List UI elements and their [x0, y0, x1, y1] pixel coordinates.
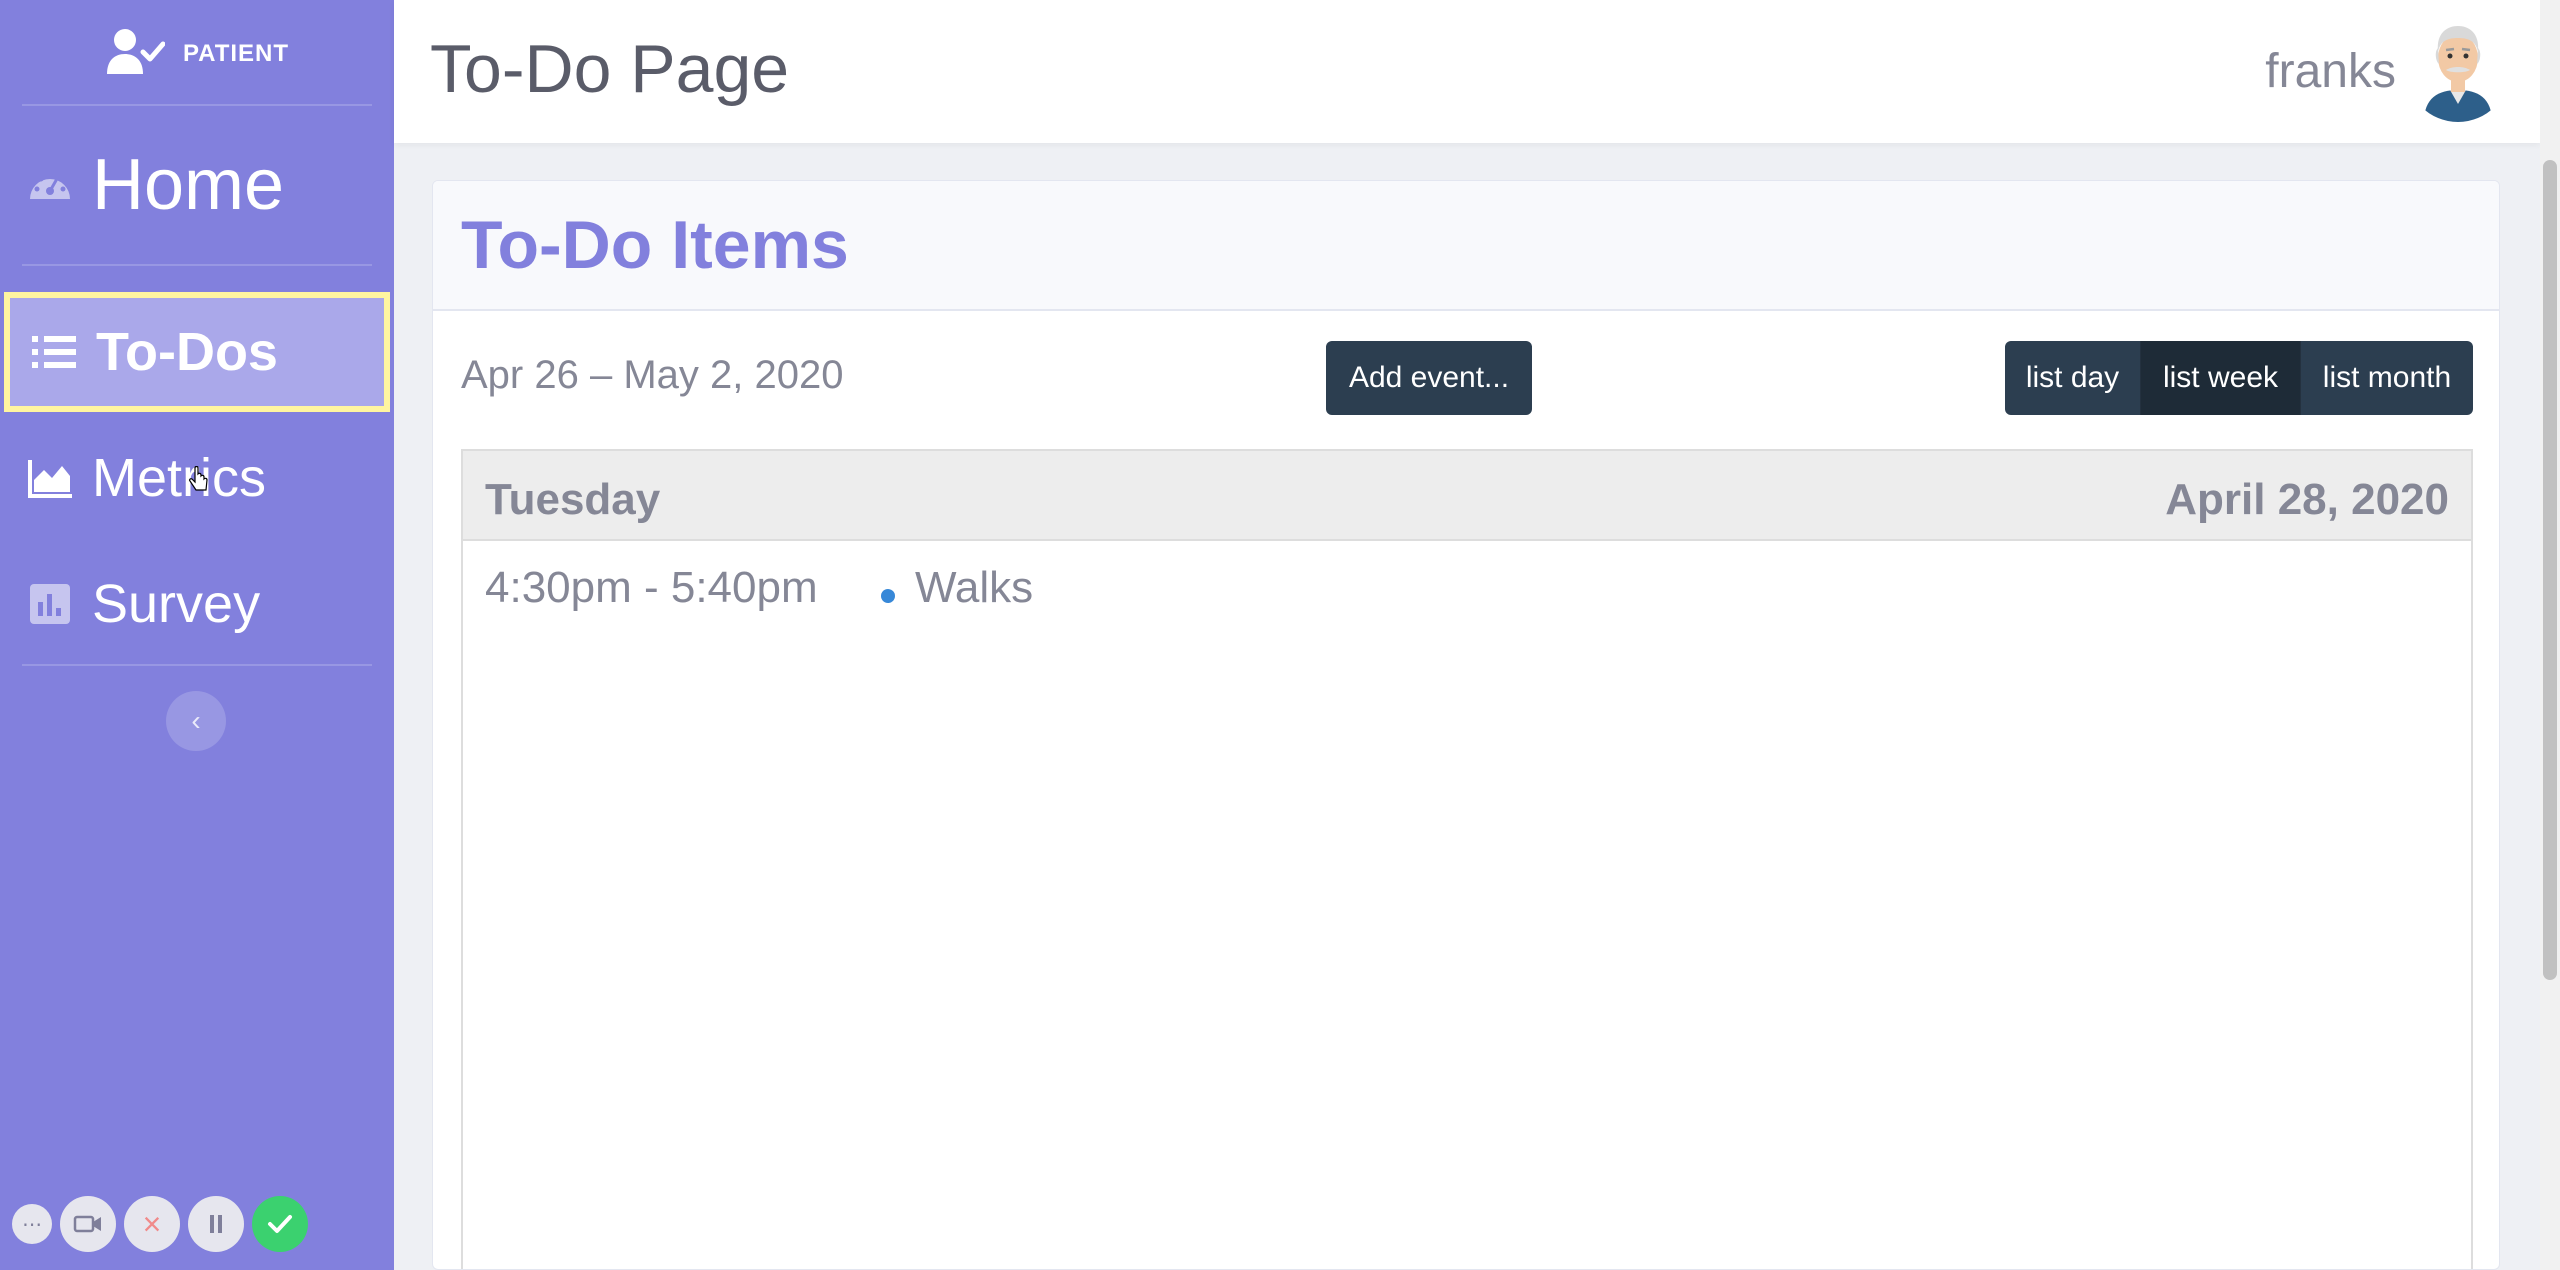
event-row[interactable]: 4:30pm - 5:40pm Walks — [463, 541, 2471, 633]
list-week-button[interactable]: list week — [2141, 341, 2301, 415]
list-month-button[interactable]: list month — [2301, 341, 2473, 415]
event-dot-icon — [881, 589, 895, 603]
view-switcher: list day list week list month — [2005, 341, 2473, 415]
sidebar-item-todos[interactable]: To-Dos — [4, 292, 390, 412]
poll-icon — [24, 578, 76, 630]
sidebar-divider — [22, 664, 372, 666]
event-time: 4:30pm - 5:40pm — [485, 563, 818, 612]
page-scrollbar-thumb[interactable] — [2543, 160, 2557, 980]
camera-icon[interactable] — [60, 1196, 116, 1252]
recorder-controls: ⋯ × — [12, 1196, 308, 1252]
tachometer-icon — [24, 159, 76, 211]
event-title[interactable]: Walks — [915, 563, 1033, 613]
area-chart-icon — [24, 452, 76, 504]
old-man-avatar-icon — [2424, 26, 2492, 122]
list-icon — [28, 326, 80, 378]
list-day-button[interactable]: list day — [2005, 341, 2141, 415]
top-header: To-Do Page franks — [394, 0, 2540, 143]
sidebar-brand[interactable]: PATIENT — [0, 0, 394, 104]
sidebar-divider — [22, 264, 372, 266]
user-check-icon — [105, 26, 165, 78]
avatar[interactable] — [2406, 18, 2510, 122]
stop-icon[interactable]: × — [124, 1196, 180, 1252]
todo-card: To-Do Items Apr 26 – May 2, 2020 Add eve… — [432, 180, 2500, 1270]
add-event-button[interactable]: Add event... — [1326, 341, 1532, 415]
check-icon[interactable] — [252, 1196, 308, 1252]
chevron-left-icon: ‹ — [191, 705, 201, 736]
card-header: To-Do Items — [433, 181, 2499, 311]
day-date[interactable]: April 28, 2020 — [2165, 475, 2449, 525]
date-range: Apr 26 – May 2, 2020 — [461, 353, 844, 397]
sidebar-toggle-button[interactable]: ‹ — [166, 691, 226, 751]
brand-label: PATIENT — [182, 40, 290, 67]
day-name[interactable]: Tuesday — [485, 475, 660, 525]
card-title: To-Do Items — [461, 207, 849, 283]
sidebar-item-label: Survey — [92, 574, 261, 634]
sidebar-item-label: Home — [92, 145, 285, 225]
hand-cursor-icon — [189, 466, 208, 491]
sidebar-item-home[interactable]: Home — [0, 106, 394, 264]
day-header: Tuesday April 28, 2020 — [463, 451, 2471, 541]
pause-icon[interactable] — [188, 1196, 244, 1252]
sidebar: PATIENT Home To-Dos Metrics Survey ‹ ⋯ × — [0, 0, 394, 1270]
username[interactable]: franks — [2265, 44, 2396, 99]
sidebar-item-label: To-Dos — [96, 322, 278, 382]
sidebar-item-survey[interactable]: Survey — [0, 544, 394, 664]
calendar-list-view: Tuesday April 28, 2020 4:30pm - 5:40pm W… — [461, 449, 2473, 1269]
sidebar-item-label: Metrics — [92, 448, 266, 508]
more-icon[interactable]: ⋯ — [12, 1204, 52, 1244]
page-title: To-Do Page — [430, 31, 790, 107]
